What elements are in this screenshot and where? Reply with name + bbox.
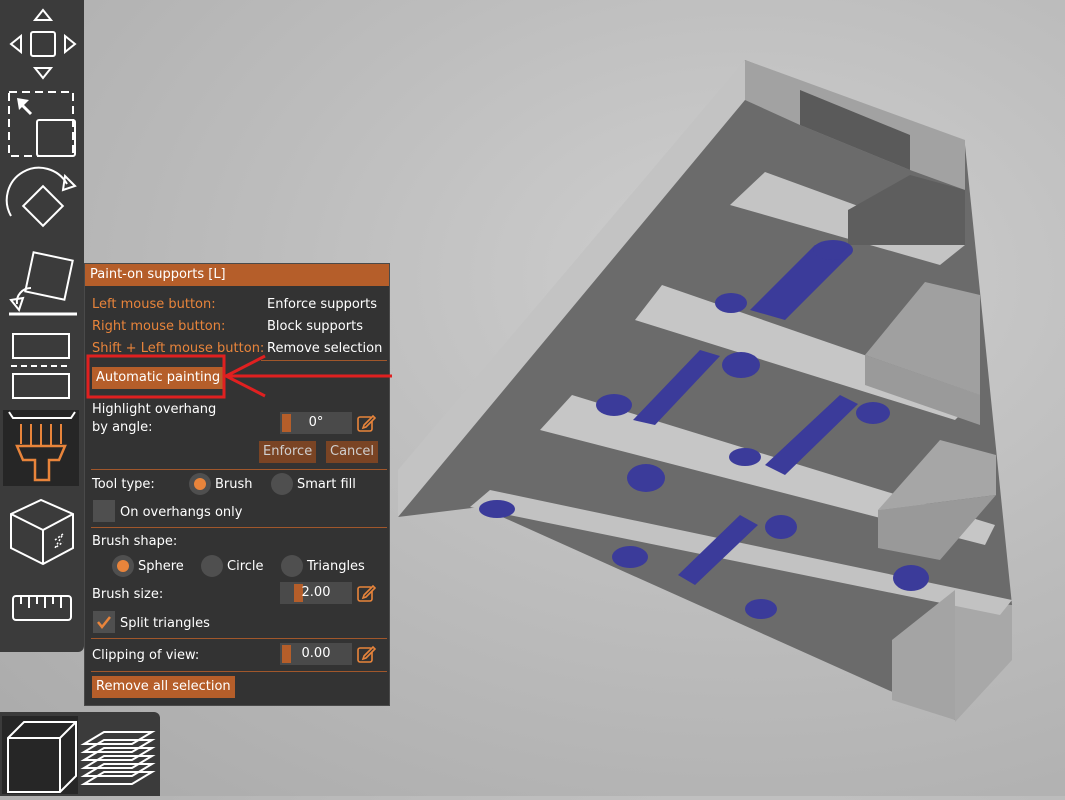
left-toolbar [0,0,84,652]
edit-angle-icon[interactable] [356,413,376,433]
brush-shape-sphere-radio[interactable] [112,555,134,577]
brush-shape-triangles-label[interactable]: Triangles [307,559,365,574]
separator [91,469,387,470]
3d-view-button[interactable] [2,716,78,794]
shift-mouse-hint-label: Shift + Left mouse button: [92,341,265,356]
tool-type-smart-fill-label[interactable]: Smart fill [297,477,356,492]
seam-tool-button[interactable] [3,492,79,568]
paint-supports-tool-button[interactable] [3,410,79,486]
on-overhangs-only-checkbox[interactable] [93,500,115,522]
brush-shape-circle-label[interactable]: Circle [227,559,264,574]
edit-clipping-icon[interactable] [356,644,376,664]
shift-mouse-hint-action: Remove selection [267,341,383,356]
rotate-tool-button[interactable] [3,166,79,242]
remove-all-selection-button[interactable]: Remove all selection [92,676,235,698]
rotate-icon [5,166,77,228]
left-mouse-hint-action: Enforce supports [267,297,378,312]
brush-size-slider[interactable]: 2.00 [280,582,352,604]
preview-layers-button[interactable] [80,716,156,794]
clipping-of-view-slider[interactable]: 0.00 [280,643,352,665]
tool-type-smart-fill-radio[interactable] [271,473,293,495]
paint-on-supports-panel: Paint-on supports [L] Left mouse button:… [84,263,390,706]
measure-tool-button[interactable] [3,572,79,648]
brush-size-value: 2.00 [301,585,331,600]
seam-icon [10,498,74,566]
move-icon [9,8,77,80]
overhang-angle-slider[interactable]: 0° [280,412,352,434]
separator [261,360,387,361]
model-right-face [955,600,1012,722]
checkmark-icon [97,616,111,630]
3d-view-icon [7,721,77,793]
highlight-overhang-label-2: by angle: [92,420,153,435]
split-triangles-checkbox[interactable] [93,611,115,633]
right-mouse-hint-action: Block supports [267,319,363,334]
cancel-button[interactable]: Cancel [326,441,379,463]
overhang-angle-value: 0° [308,415,324,430]
split-triangles-label[interactable]: Split triangles [120,616,210,631]
left-mouse-hint-label: Left mouse button: [92,297,216,312]
separator [91,527,387,528]
highlight-overhang-label: Highlight overhang [92,402,217,417]
automatic-painting-button[interactable]: Automatic painting [92,367,225,389]
clipping-of-view-value: 0.00 [301,646,331,661]
separator [91,638,387,639]
place-on-face-tool-button[interactable] [3,248,79,324]
move-tool-button[interactable] [3,4,79,80]
clipping-of-view-label: Clipping of view: [92,648,200,663]
scale-icon [8,91,76,157]
right-mouse-hint-label: Right mouse button: [92,319,226,334]
cut-icon [11,333,71,399]
tool-type-brush-radio[interactable] [189,473,211,495]
tool-type-label: Tool type: [92,477,155,492]
on-overhangs-only-label[interactable]: On overhangs only [120,505,242,520]
brush-shape-triangles-radio[interactable] [281,555,303,577]
enforce-button[interactable]: Enforce [259,441,317,463]
scale-tool-button[interactable] [3,86,79,162]
cut-tool-button[interactable] [3,328,79,404]
paint-supports-icon [8,411,76,482]
preview-layers-icon [80,731,156,785]
measure-icon [12,595,72,621]
separator [91,671,387,672]
panel-title: Paint-on supports [L] [85,264,389,286]
brush-shape-circle-radio[interactable] [201,555,223,577]
brush-shape-sphere-label[interactable]: Sphere [138,559,184,574]
brush-size-label: Brush size: [92,587,164,602]
tool-type-brush-label[interactable]: Brush [215,477,253,492]
edit-brush-size-icon[interactable] [356,583,376,603]
place-on-face-icon [9,251,77,316]
view-toolbar [0,712,160,796]
brush-shape-label: Brush shape: [92,534,178,549]
